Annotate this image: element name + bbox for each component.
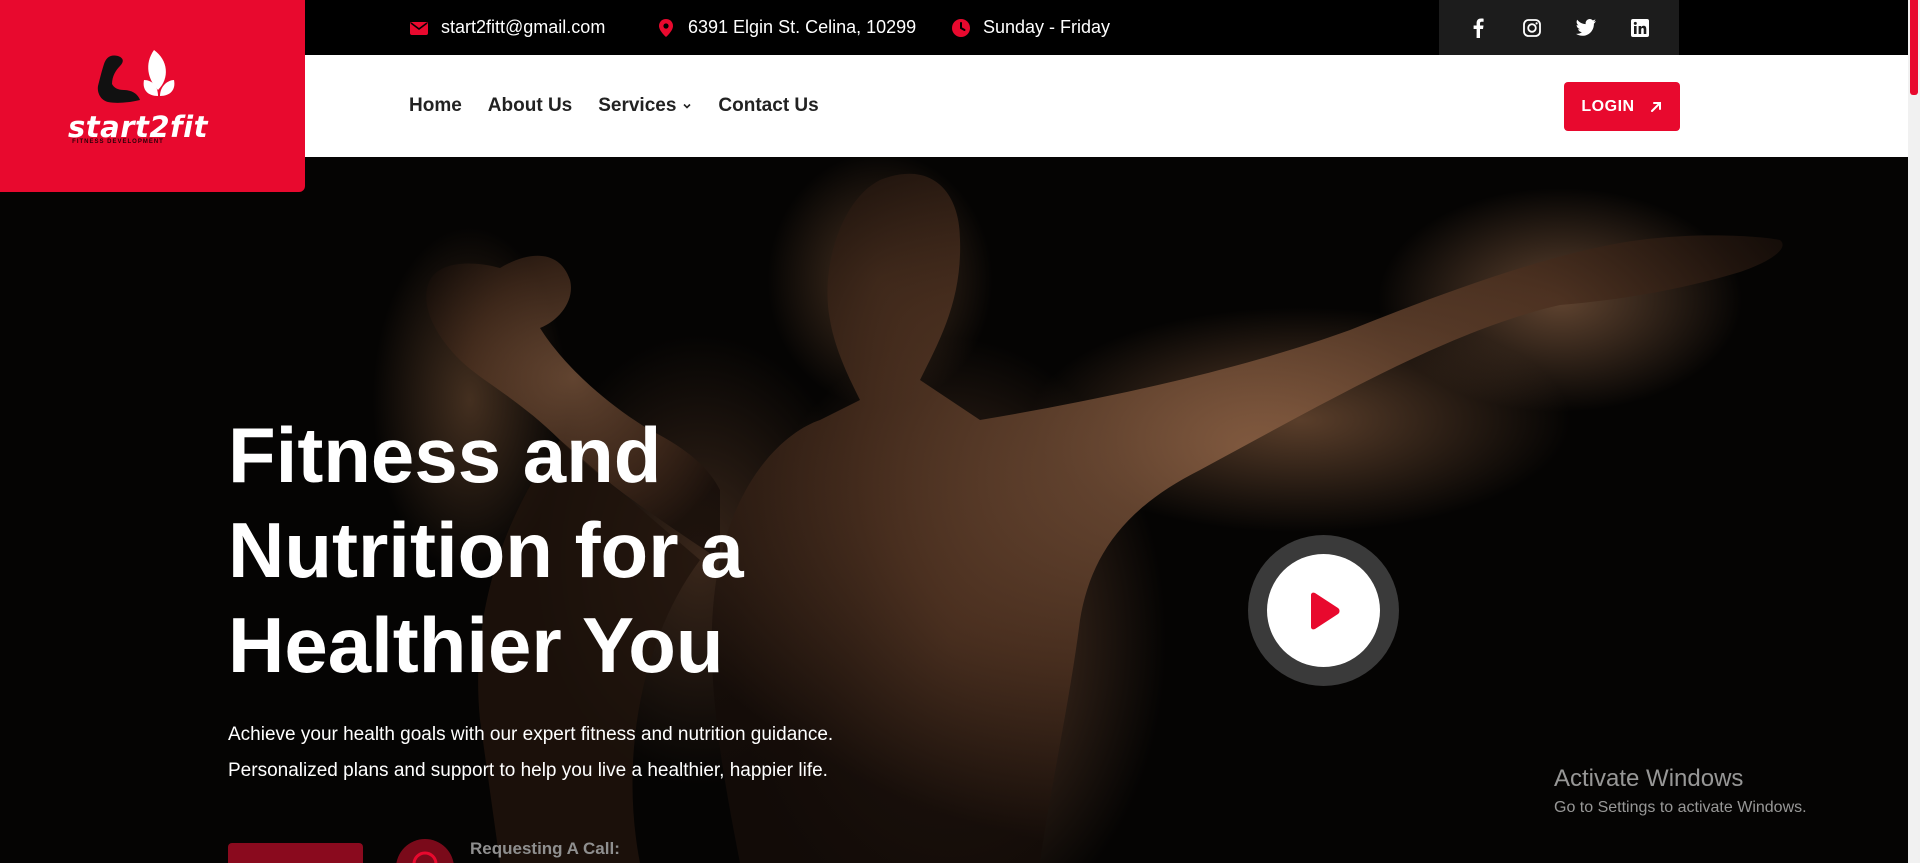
headline-line-2: Nutrition for a: [228, 506, 744, 594]
email-info[interactable]: start2fitt@gmail.com: [409, 0, 605, 55]
address-text: 6391 Elgin St. Celina, 10299: [688, 17, 917, 37]
play-icon: [1310, 592, 1339, 629]
headline-line-1: Fitness and: [228, 411, 662, 499]
hours-info: Sunday - Friday: [951, 0, 1110, 55]
hero-description: Achieve your health goals with our exper…: [228, 717, 948, 789]
nav-contact-us[interactable]: Contact Us: [718, 95, 818, 117]
description-line-1: Achieve your health goals with our exper…: [228, 724, 834, 745]
logo-mark-icon: [97, 50, 175, 103]
watermark-subtitle: Go to Settings to activate Windows.: [1554, 799, 1807, 816]
map-pin-icon: [659, 18, 673, 37]
login-button[interactable]: LOGIN: [1564, 82, 1680, 131]
login-label: LOGIN: [1581, 97, 1635, 115]
primary-nav: Home About Us Services Contact Us: [409, 55, 819, 157]
twitter-icon[interactable]: [1575, 17, 1597, 39]
nav-about-us[interactable]: About Us: [488, 95, 572, 117]
brand-tagline: FITNESS DEVELOPMENT: [72, 139, 164, 145]
chevron-down-icon: [683, 103, 691, 109]
nav-services[interactable]: Services: [598, 95, 692, 117]
clock-icon: [952, 18, 970, 37]
hours-text: Sunday - Friday: [983, 17, 1111, 37]
envelope-icon: [410, 21, 428, 35]
headline-line-3: Healthier You: [228, 601, 724, 689]
watermark-title: Activate Windows: [1554, 765, 1744, 792]
scrollbar-thumb[interactable]: [1910, 0, 1918, 95]
facebook-icon[interactable]: [1467, 17, 1489, 39]
instagram-icon[interactable]: [1521, 17, 1543, 39]
social-links: [1439, 0, 1679, 55]
email-text: start2fitt@gmail.com: [441, 17, 606, 37]
nav-home[interactable]: Home: [409, 95, 462, 117]
address-info: 6391 Elgin St. Celina, 10299: [656, 0, 916, 55]
phone-icon: [412, 851, 438, 863]
call-request-label: Requesting A Call:: [470, 839, 620, 858]
hero-cta-button[interactable]: [228, 843, 363, 863]
page-scrollbar[interactable]: [1908, 0, 1920, 863]
description-line-2: Personalized plans and support to help y…: [228, 760, 828, 781]
play-video-button[interactable]: [1267, 554, 1380, 667]
site-logo[interactable]: start2fit FITNESS DEVELOPMENT: [0, 0, 305, 192]
nav-services-label: Services: [598, 95, 677, 116]
hero-headline: Fitness and Nutrition for a Healthier Yo…: [228, 408, 848, 693]
windows-activation-watermark: Activate Windows Go to Settings to activ…: [1554, 765, 1807, 817]
arrow-up-right-icon: [1650, 101, 1661, 112]
linkedin-icon[interactable]: [1629, 17, 1651, 39]
